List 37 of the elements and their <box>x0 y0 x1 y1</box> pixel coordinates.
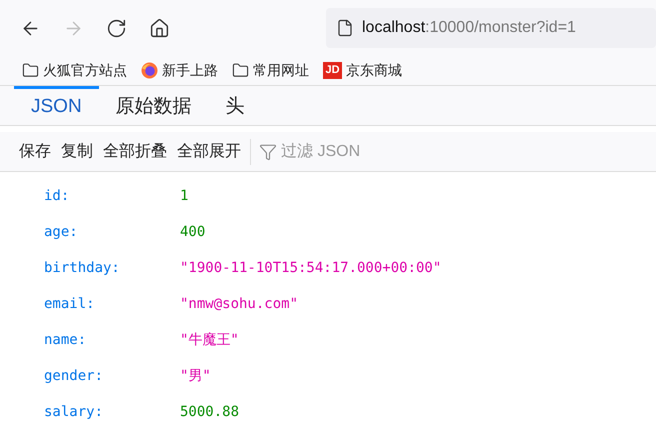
json-key: name: <box>44 330 180 350</box>
filter-field[interactable]: 过滤 JSON <box>281 140 431 164</box>
tab[interactable]: 头 <box>208 86 262 125</box>
json-value: "男" <box>180 366 211 386</box>
reload-icon[interactable] <box>106 18 127 38</box>
url-path: :10000/monster?id=1 <box>425 18 576 38</box>
json-key: id: <box>44 186 180 206</box>
json-value: "nmw@sohu.com" <box>180 294 298 314</box>
url-host: localhost <box>362 18 426 38</box>
browser-logo-icon <box>141 62 158 79</box>
toolbar-button[interactable]: 复制 <box>56 140 98 164</box>
json-value: "牛魔王" <box>180 330 239 350</box>
bookmark-link[interactable]: 火狐官方站点 <box>43 60 127 81</box>
jd-logo-icon: JD <box>323 62 342 79</box>
json-key: age: <box>44 222 180 242</box>
tab[interactable]: 原始数据 <box>98 86 209 125</box>
json-key: email: <box>44 294 180 314</box>
bookmark-link[interactable]: 新手上路 <box>162 60 218 81</box>
folder-icon <box>232 62 249 79</box>
filter-icon <box>259 142 277 160</box>
folder-icon <box>22 62 39 79</box>
json-key: gender: <box>44 366 180 386</box>
bookmark-link[interactable]: 京东商城 <box>346 60 402 81</box>
address-bar[interactable]: localhost:10000/monster?id=1 <box>326 8 656 48</box>
home-icon[interactable] <box>149 18 170 38</box>
json-value: 400 <box>180 222 206 242</box>
json-value: 5000.88 <box>180 402 240 422</box>
tab[interactable]: JSON <box>14 86 99 125</box>
toolbar-button[interactable]: 全部展开 <box>172 140 246 164</box>
toolbar-button[interactable]: 保存 <box>14 140 56 164</box>
page-icon <box>336 19 354 37</box>
bookmark-link[interactable]: 常用网址 <box>253 60 309 81</box>
json-key: salary: <box>44 402 180 422</box>
json-key: birthday: <box>44 258 180 278</box>
toolbar-button[interactable]: 全部折叠 <box>98 140 172 164</box>
json-value: 1 <box>180 186 188 206</box>
json-value: "1900-11-10T15:54:17.000+00:00" <box>180 258 442 278</box>
